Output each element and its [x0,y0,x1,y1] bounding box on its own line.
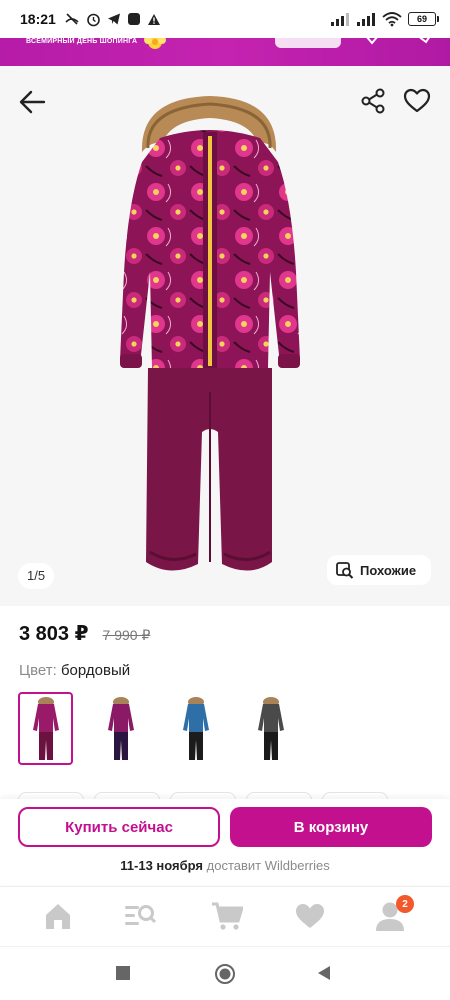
wifi-icon [382,12,402,27]
status-bar: 18:21 69 [0,0,450,38]
promo-search-pill [275,38,341,48]
flower-icon [144,38,166,49]
share-icon[interactable] [360,88,386,114]
status-system-icons: 69 [330,11,439,27]
color-variants [18,692,298,765]
variant-thumbnail [107,696,134,760]
similar-button[interactable]: Похожие [327,555,431,585]
color-value: бордовый [56,662,131,679]
signal-icon [357,13,375,26]
buy-now-button[interactable]: Купить сейчас [18,807,220,847]
current-price: 3 803 ₽ [19,623,89,645]
color-variant-grey[interactable] [243,692,298,765]
nav-home[interactable] [42,901,74,931]
telegram-icon [107,13,120,25]
favorites-icon [296,904,324,928]
variant-thumbnail [32,696,59,760]
bottom-nav: 2 [0,886,450,946]
similar-button-label: Похожие [360,562,417,578]
add-to-cart-button[interactable]: В корзину [230,807,432,847]
variant-thumbnail [182,696,209,760]
color-variant-purple[interactable] [93,692,148,765]
nav-cart[interactable] [211,901,243,931]
battery-indicator: 69 [408,12,439,26]
cart-icon [212,902,243,930]
alarm-icon [87,13,100,26]
photo-counter: 1/5 [18,563,55,589]
back-button-icon[interactable] [316,965,332,981]
home-button-icon[interactable] [214,963,236,985]
delivery-text: доставит Wildberries [203,858,330,873]
signal-icon [331,13,349,26]
home-icon [46,904,70,929]
image-search-icon [336,562,354,579]
profile-badge: 2 [396,895,414,913]
app-icon [127,13,140,25]
old-price: 7 990 ₽ [102,627,151,643]
status-time: 18:21 [20,11,56,27]
color-row: Цвет: бордовый [19,662,130,679]
promo-banner[interactable]: ВСЕМИРНЫЙ ДЕНЬ ШОПИНГА [0,38,450,66]
back-arrow-icon[interactable] [18,88,46,116]
heart-icon[interactable] [403,88,431,114]
share-icon [419,38,430,44]
price-row: 3 803 ₽ 7 990 ₽ [19,621,150,646]
action-bar: Купить сейчас В корзину 11-13 ноября дос… [0,799,450,885]
color-variant-burgundy[interactable] [18,692,73,765]
missed-call-icon [65,13,79,25]
delivery-dates: 11-13 ноября [120,858,204,873]
promo-text: ВСЕМИРНЫЙ ДЕНЬ ШОПИНГА [26,38,138,45]
nav-catalog[interactable] [124,901,156,931]
status-notification-icons [64,12,161,27]
recents-button-icon[interactable] [115,965,131,981]
product-gallery[interactable]: 1/5 Похожие [0,66,450,606]
color-label: Цвет: [19,662,57,679]
heart-icon [366,38,378,45]
variant-thumbnail [257,696,284,760]
warning-icon [147,13,160,25]
system-nav-bar [0,946,450,1000]
catalog-search-icon [125,905,156,925]
nav-favorites[interactable] [294,901,326,931]
color-variant-blue[interactable] [168,692,223,765]
product-image[interactable] [100,92,320,592]
delivery-info: 11-13 ноября доставит Wildberries [0,858,450,873]
